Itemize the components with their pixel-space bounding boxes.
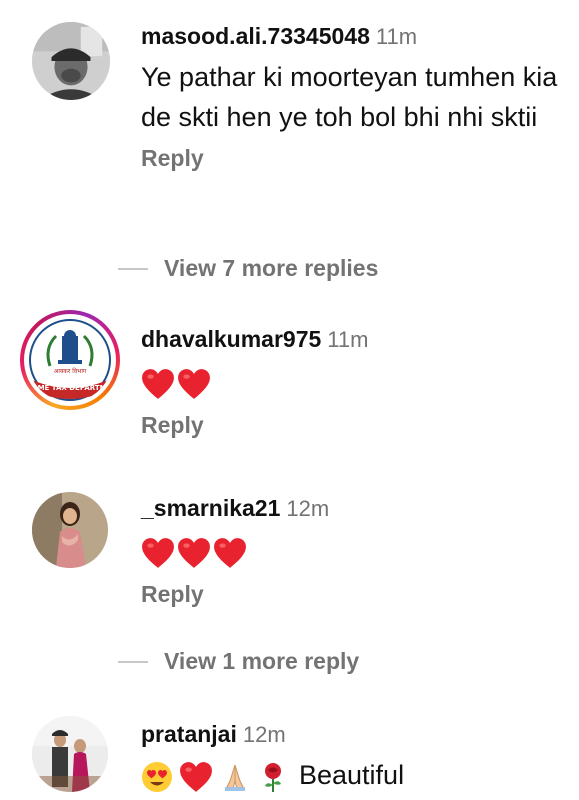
view-more-replies-button[interactable]: View 1 more reply xyxy=(118,648,359,675)
red-heart-icon xyxy=(141,367,175,401)
folded-hands-emoji-icon xyxy=(219,761,251,793)
comment-timestamp: 11m xyxy=(327,327,369,352)
comment-timestamp: 12m xyxy=(242,722,286,747)
red-heart-icon xyxy=(213,536,247,570)
avatar: आयकर विभाग INCOME TAX DEPARTMENT xyxy=(28,318,112,402)
comment-emoji-row xyxy=(141,362,563,402)
comment-text: Ye pathar ki moorteyan tumhen kia de skt… xyxy=(141,62,558,132)
divider-line xyxy=(118,267,148,270)
reply-button[interactable]: Reply xyxy=(141,581,563,608)
svg-text:आयकर विभाग: आयकर विभाग xyxy=(54,367,87,375)
reply-button[interactable]: Reply xyxy=(141,145,563,172)
story-ring[interactable]: आयकर विभाग INCOME TAX DEPARTMENT xyxy=(20,310,120,410)
person-with-cap-avatar-icon xyxy=(32,22,110,100)
reply-button[interactable]: Reply xyxy=(141,412,563,439)
view-more-replies-label: View 7 more replies xyxy=(164,255,379,281)
comment-username[interactable]: _smarnika21 xyxy=(141,495,280,521)
comment-timestamp: 11m xyxy=(375,24,418,49)
red-heart-icon xyxy=(141,536,175,570)
income-tax-department-logo-icon: आयकर विभाग INCOME TAX DEPARTMENT xyxy=(28,318,112,402)
woman-in-saree-avatar-icon xyxy=(32,492,108,568)
comment-text: Beautiful xyxy=(299,760,405,790)
avatar[interactable] xyxy=(32,492,108,568)
heart-eyes-emoji-icon xyxy=(141,761,173,793)
red-heart-icon xyxy=(177,536,211,570)
comment-username[interactable]: dhavalkumar975 xyxy=(141,326,321,352)
comment-timestamp: 12m xyxy=(286,496,330,521)
comment-username[interactable]: masood.ali.73345048 xyxy=(141,23,370,49)
view-more-replies-button[interactable]: View 7 more replies xyxy=(118,255,378,282)
view-more-replies-label: View 1 more reply xyxy=(164,648,360,674)
avatar[interactable] xyxy=(32,716,108,792)
avatar[interactable] xyxy=(32,22,110,100)
rose-emoji-icon xyxy=(257,761,289,793)
red-heart-icon xyxy=(179,760,213,794)
comment-username[interactable]: pratanjai xyxy=(141,721,237,747)
couple-photo-avatar-icon xyxy=(32,716,108,792)
red-heart-icon xyxy=(177,367,211,401)
comment-emoji-row xyxy=(141,531,563,571)
comment-emoji-row: Beautiful xyxy=(141,755,563,795)
divider-line xyxy=(118,660,148,663)
